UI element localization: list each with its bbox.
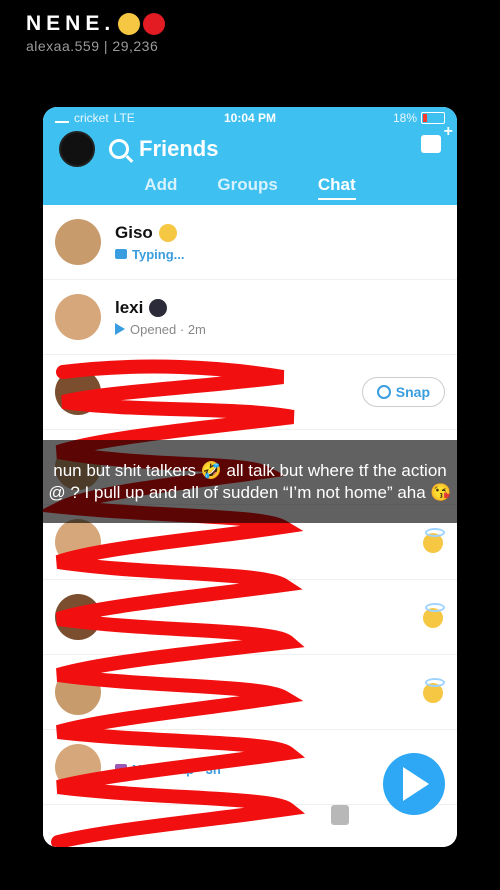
- angel-emoji-icon: [423, 603, 445, 628]
- battery-percent: 18%: [392, 111, 417, 125]
- tab-groups[interactable]: Groups: [217, 175, 277, 200]
- angel-emoji-icon: [423, 528, 445, 553]
- search-row: Friends: [43, 123, 457, 169]
- new-chat-icon[interactable]: [421, 123, 453, 153]
- snap-button[interactable]: Snap: [361, 377, 445, 407]
- chat-row-lexi[interactable]: lexi Opened · 2m: [43, 280, 457, 355]
- chat-name: lexi: [115, 297, 144, 317]
- opened-arrow-icon: [115, 323, 125, 335]
- story-title-text: NENE.: [26, 12, 116, 35]
- chat-name: Giso: [115, 222, 153, 242]
- top-bar: cricket LTE 10:04 PM 18% Friends Add Gro…: [43, 107, 457, 205]
- tab-bar: Add Groups Chat: [43, 169, 457, 200]
- search-label: Friends: [139, 136, 219, 161]
- story-title: NENE.: [26, 12, 166, 36]
- snap-ring-icon: [376, 385, 391, 399]
- battery-icon: [421, 112, 445, 124]
- tab-add[interactable]: Add: [144, 175, 177, 200]
- angel-emoji-icon: [423, 678, 445, 703]
- search-button[interactable]: Friends: [109, 136, 218, 162]
- send-button[interactable]: [383, 753, 445, 815]
- chat-status: Typing...: [132, 246, 185, 262]
- laughing-emoji-icon: [118, 13, 141, 35]
- search-icon: [109, 139, 129, 159]
- battery-status: 18%: [393, 111, 445, 125]
- red-circle-icon: [143, 13, 166, 35]
- status-bar: cricket LTE 10:04 PM 18%: [43, 107, 457, 129]
- red-scribble-overlay: [43, 359, 306, 847]
- avatar: [55, 219, 101, 265]
- story-header: NENE. alexaa.559 | 29,236: [26, 12, 166, 54]
- chat-row-giso[interactable]: Giso Typing...: [43, 205, 457, 280]
- chat-status: Opened · 2m: [130, 321, 206, 337]
- tab-chat[interactable]: Chat: [317, 175, 356, 200]
- story-username: alexaa.559 | 29,236: [26, 38, 159, 54]
- sleepy-emoji-icon: [158, 223, 177, 242]
- avatar: [55, 294, 101, 340]
- snap-button-label: Snap: [395, 384, 430, 400]
- send-arrow-icon: [403, 767, 429, 801]
- moon-emoji-icon: [149, 298, 168, 317]
- profile-avatar[interactable]: [59, 131, 95, 167]
- story-caption: nun but shit talkers 🤣 all talk but wher…: [43, 440, 457, 523]
- chat-icon: [115, 249, 127, 259]
